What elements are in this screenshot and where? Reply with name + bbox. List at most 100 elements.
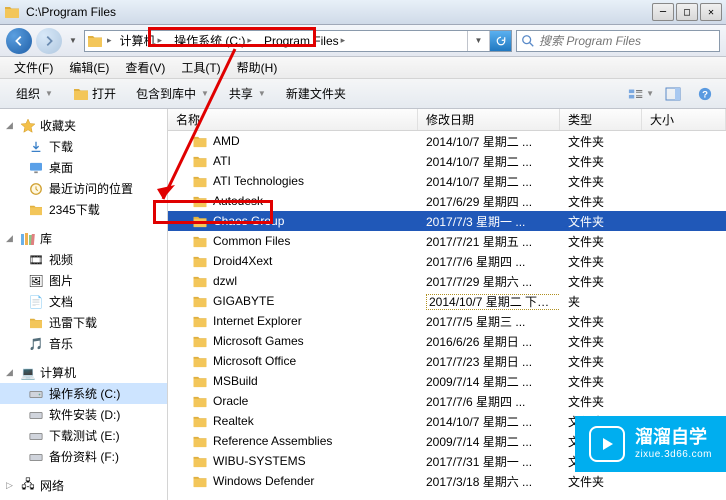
sidebar-item-drive-f[interactable]: 备份资料 (F:) [0, 446, 167, 467]
folder-icon [192, 375, 208, 388]
sidebar-item-drive-c[interactable]: 操作系统 (C:) [0, 383, 167, 404]
menu-view[interactable]: 查看(V) [117, 57, 173, 78]
folder-icon [87, 34, 103, 48]
minimize-button[interactable]: ─ [652, 3, 674, 21]
cell-type: 文件夹 [560, 173, 642, 190]
table-row[interactable]: Windows Defender2017/3/18 星期六 ...文件夹 [168, 471, 726, 491]
address-dropdown[interactable]: ▼ [467, 31, 489, 51]
table-row[interactable]: Autodesk2017/6/29 星期四 ...文件夹 [168, 191, 726, 211]
collapse-icon: ◢ [6, 120, 16, 131]
sidebar-item-drive-e[interactable]: 下载测试 (E:) [0, 425, 167, 446]
column-date[interactable]: 修改日期 [418, 109, 560, 130]
view-options-button[interactable]: ▼ [628, 83, 654, 105]
sidebar-item-pictures[interactable]: 🖼图片 [0, 270, 167, 291]
table-row[interactable]: Chaos Group2017/7/3 星期一 ...文件夹 [168, 211, 726, 231]
cell-name: Chaos Group [168, 214, 418, 228]
tool-share[interactable]: 共享▼ [221, 82, 274, 105]
folder-icon [192, 135, 208, 148]
maximize-button[interactable]: □ [676, 3, 698, 21]
watermark: 溜溜自学 zixue.3d66.com [575, 416, 726, 472]
collapse-icon: ◢ [6, 367, 16, 378]
cell-date: 2014/10/7 星期二 ... [418, 133, 560, 150]
sidebar-label: 计算机 [40, 364, 76, 381]
folder-icon [192, 295, 208, 308]
sidebar-libraries-header[interactable]: ◢ 库 [0, 228, 167, 249]
sidebar-item-documents[interactable]: 📄文档 [0, 291, 167, 312]
menu-edit[interactable]: 编辑(E) [61, 57, 117, 78]
cell-type: 文件夹 [560, 313, 642, 330]
refresh-button[interactable] [489, 31, 511, 51]
sidebar-item-music[interactable]: 🎵音乐 [0, 333, 167, 354]
sidebar-favorites-header[interactable]: ◢ 收藏夹 [0, 115, 167, 136]
recent-icon [29, 182, 43, 196]
sidebar-item-thunder[interactable]: 迅雷下载 [0, 312, 167, 333]
column-name[interactable]: 名称 [168, 109, 418, 130]
window-title: C:\Program Files [26, 5, 652, 19]
breadcrumb-program-files[interactable]: Program Files▸ [258, 31, 351, 51]
cell-date: 2017/7/3 星期一 ... [418, 213, 560, 230]
menu-tools[interactable]: 工具(T) [173, 57, 228, 78]
table-row[interactable]: Oracle2017/7/6 星期四 ...文件夹 [168, 391, 726, 411]
column-size[interactable]: 大小 [642, 109, 726, 130]
breadcrumb-computer[interactable]: 计算机▸ [114, 31, 169, 51]
sidebar-item-recent[interactable]: 最近访问的位置 [0, 178, 167, 199]
folder-icon [192, 195, 208, 208]
table-row[interactable]: ATI Technologies2014/10/7 星期二 ...文件夹 [168, 171, 726, 191]
cell-type: 夹 [560, 293, 642, 310]
library-icon [20, 231, 36, 247]
cell-name: Internet Explorer [168, 314, 418, 328]
sidebar-network-header[interactable]: ▷ 🖧 网络 [0, 475, 167, 496]
search-input[interactable] [539, 34, 715, 48]
cell-type: 文件夹 [560, 253, 642, 270]
cell-name: Autodesk [168, 194, 418, 208]
search-box[interactable] [516, 30, 720, 52]
address-bar[interactable]: ▸ 计算机▸ 操作系统 (C:)▸ Program Files▸ ▼ [84, 30, 512, 52]
preview-pane-button[interactable] [660, 83, 686, 105]
tool-organize[interactable]: 组织▼ [8, 82, 61, 105]
cell-type: 文件夹 [560, 213, 642, 230]
table-row[interactable]: Droid4Xext2017/7/6 星期四 ...文件夹 [168, 251, 726, 271]
table-row[interactable]: MSBuild2009/7/14 星期二 ...文件夹 [168, 371, 726, 391]
sidebar-item-downloads[interactable]: 下载 [0, 136, 167, 157]
video-icon: 🎞 [28, 252, 44, 268]
breadcrumb-sep: ▸ [105, 35, 114, 46]
tool-open[interactable]: 打开 [65, 82, 124, 105]
sidebar-item-2345[interactable]: 2345下载 [0, 199, 167, 220]
forward-button[interactable] [36, 28, 62, 54]
table-row[interactable]: Internet Explorer2017/7/5 星期三 ...文件夹 [168, 311, 726, 331]
table-row[interactable]: GIGABYTE2014/10/7 星期二 下午 3:41夹 [168, 291, 726, 311]
sidebar-label: 库 [40, 230, 52, 247]
cell-name: Reference Assemblies [168, 434, 418, 448]
table-row[interactable]: Microsoft Games2016/6/26 星期日 ...文件夹 [168, 331, 726, 351]
table-row[interactable]: Microsoft Office2017/7/23 星期日 ...文件夹 [168, 351, 726, 371]
sidebar-item-videos[interactable]: 🎞视频 [0, 249, 167, 270]
tool-new-folder[interactable]: 新建文件夹 [278, 82, 354, 105]
folder-icon [192, 415, 208, 428]
table-row[interactable]: dzwl2017/7/29 星期六 ...文件夹 [168, 271, 726, 291]
open-folder-icon [73, 87, 89, 101]
help-button[interactable]: ? [692, 83, 718, 105]
desktop-icon [29, 162, 43, 174]
menu-bar: 文件(F) 编辑(E) 查看(V) 工具(T) 帮助(H) [0, 57, 726, 79]
sidebar-item-desktop[interactable]: 桌面 [0, 157, 167, 178]
history-dropdown[interactable]: ▼ [66, 29, 80, 53]
menu-help[interactable]: 帮助(H) [229, 57, 286, 78]
cell-name: Microsoft Games [168, 334, 418, 348]
picture-icon: 🖼 [28, 273, 44, 289]
sidebar-item-drive-d[interactable]: 软件安装 (D:) [0, 404, 167, 425]
sidebar-computer-header[interactable]: ◢ 💻 计算机 [0, 362, 167, 383]
table-row[interactable]: ATI2014/10/7 星期二 ...文件夹 [168, 151, 726, 171]
table-row[interactable]: Common Files2017/7/21 星期五 ...文件夹 [168, 231, 726, 251]
breadcrumb-drive-c[interactable]: 操作系统 (C:)▸ [168, 31, 258, 51]
tool-include-library[interactable]: 包含到库中▼ [128, 82, 217, 105]
svg-text:?: ? [702, 89, 708, 100]
menu-file[interactable]: 文件(F) [6, 57, 61, 78]
back-button[interactable] [6, 28, 32, 54]
column-type[interactable]: 类型 [560, 109, 642, 130]
cell-name: Realtek [168, 414, 418, 428]
drive-icon [28, 407, 44, 423]
close-button[interactable]: ✕ [700, 3, 722, 21]
table-row[interactable]: AMD2014/10/7 星期二 ...文件夹 [168, 131, 726, 151]
folder-icon [192, 255, 208, 268]
search-icon [521, 34, 535, 48]
